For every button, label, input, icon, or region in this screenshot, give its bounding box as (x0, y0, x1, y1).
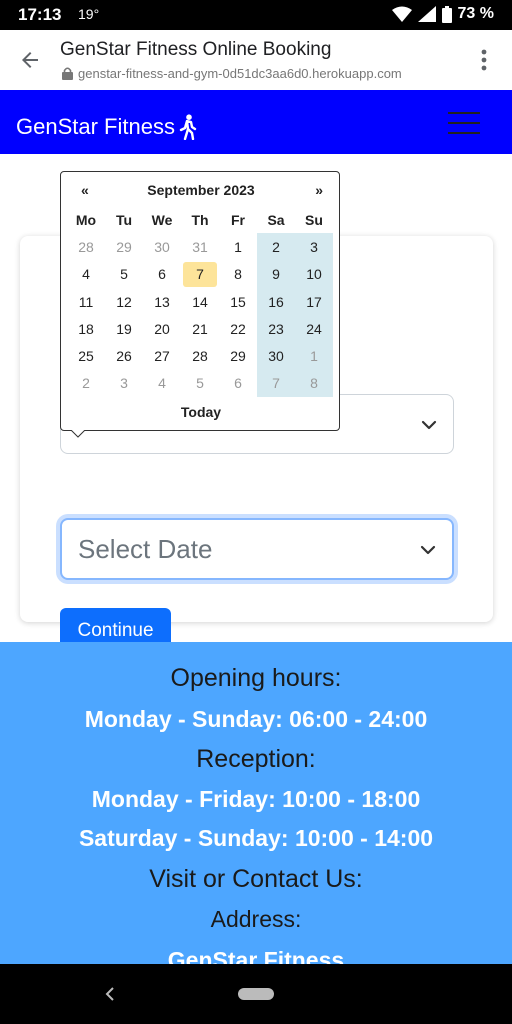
calendar-day[interactable]: 29 (105, 233, 143, 260)
calendar-day[interactable]: 19 (105, 315, 143, 342)
calendar-day[interactable]: 22 (219, 315, 257, 342)
calendar-day[interactable]: 30 (143, 233, 181, 260)
calendar-day[interactable]: 10 (295, 260, 333, 288)
back-arrow-icon[interactable] (18, 48, 42, 72)
calendar-day[interactable]: 4 (67, 261, 105, 288)
weekday-header: We (151, 211, 173, 228)
system-back-icon[interactable] (103, 986, 117, 1002)
calendar-day[interactable]: 2 (67, 370, 105, 397)
date-select[interactable]: Select Date (60, 518, 454, 580)
datepicker-grid: Mo Tu We Th Fr Sa Su 28 29 30 31 1 2 3 4 5 6 7 8 9 10 11 12 13 1… (67, 206, 335, 398)
calendar-day-today[interactable]: 7 (181, 261, 219, 288)
calendar-day[interactable]: 8 (295, 369, 333, 398)
calendar-day[interactable]: 1 (295, 342, 333, 370)
calendar-day[interactable]: 5 (181, 370, 219, 397)
today-highlight: 7 (183, 261, 217, 287)
address-line: GenStar Fitness (167, 947, 345, 964)
wifi-icon (391, 6, 412, 22)
calendar-day[interactable]: 20 (143, 315, 181, 342)
datepicker-prev-button[interactable]: « (81, 182, 89, 198)
navbar-toggle-button[interactable] (446, 108, 482, 138)
status-time: 17:13 (18, 5, 62, 24)
weekday-header: Th (191, 211, 209, 228)
datepicker-month[interactable]: September 2023 (61, 182, 341, 198)
opening-hours-title: Opening hours: (170, 664, 342, 692)
date-select-placeholder: Select Date (78, 534, 213, 564)
browser-url[interactable]: genstar-fitness-and-gym-0d51dc3aa6d0.her… (62, 66, 402, 81)
calendar-day[interactable]: 11 (67, 288, 105, 315)
calendar-day[interactable]: 27 (143, 342, 181, 369)
calendar-day[interactable]: 30 (257, 342, 295, 370)
brand-link[interactable]: GenStar Fitness (16, 114, 197, 140)
chevron-down-icon (421, 420, 437, 430)
chevron-down-icon (420, 545, 436, 555)
calendar-day[interactable]: 28 (67, 233, 105, 260)
calendar-day[interactable]: 31 (181, 233, 219, 260)
calendar-day[interactable]: 12 (105, 288, 143, 315)
system-home-button[interactable] (238, 988, 274, 1000)
calendar-day[interactable]: 14 (181, 288, 219, 315)
calendar-day[interactable]: 21 (181, 315, 219, 342)
lock-icon (62, 67, 73, 80)
contact-title: Visit or Contact Us: (149, 865, 363, 893)
calendar-day[interactable]: 5 (105, 261, 143, 288)
weekday-header: Fr (231, 211, 245, 228)
status-temperature: 19° (78, 6, 100, 22)
calendar-day[interactable]: 18 (67, 315, 105, 342)
battery-icon (441, 5, 452, 23)
status-bar: 17:13 19° 73 % (0, 0, 512, 30)
calendar-day[interactable]: 6 (219, 370, 257, 397)
calendar-day[interactable]: 15 (219, 288, 257, 315)
calendar-day[interactable]: 26 (105, 342, 143, 369)
reception-weekend: Saturday - Sunday: 10:00 - 14:00 (78, 825, 434, 851)
weekday-header: Mo (75, 211, 97, 228)
datepicker-popup: September 2023 « » Mo Tu We Th Fr Sa Su 28 29 30 3… (60, 171, 341, 438)
walking-person-icon (179, 114, 197, 140)
weekday-header: Sa (267, 211, 285, 228)
address-title: Address: (210, 906, 302, 932)
calendar-day[interactable]: 3 (295, 233, 333, 261)
datepicker-next-button[interactable]: » (315, 182, 323, 198)
calendar-day[interactable]: 13 (143, 288, 181, 315)
calendar-day[interactable]: 17 (295, 287, 333, 316)
reception-weekdays: Monday - Friday: 10:00 - 18:00 (91, 786, 421, 812)
calendar-day[interactable]: 6 (143, 261, 181, 288)
browser-page-title: GenStar Fitness Online Booking (60, 39, 332, 60)
url-text: genstar-fitness-and-gym-0d51dc3aa6d0.her… (78, 66, 402, 81)
datepicker-caret (71, 430, 85, 438)
opening-hours-text: Monday - Sunday: 06:00 - 24:00 (84, 706, 428, 732)
calendar-day[interactable]: 4 (143, 370, 181, 397)
browser-bar: GenStar Fitness Online Booking genstar-f… (0, 30, 512, 90)
calendar-day[interactable]: 2 (257, 233, 295, 261)
datepicker-today-button[interactable]: Today (61, 404, 341, 420)
weekday-header: Su (305, 211, 323, 228)
calendar-day[interactable]: 8 (219, 261, 257, 288)
calendar-day[interactable]: 7 (257, 369, 295, 398)
signal-icon (417, 6, 436, 22)
site-footer: Opening hours: Monday - Sunday: 06:00 - … (0, 642, 512, 964)
status-icons: 73 % (391, 5, 494, 23)
system-nav-bar (0, 964, 512, 1024)
calendar-day[interactable]: 29 (219, 342, 257, 369)
datepicker-header: September 2023 « » (61, 182, 341, 202)
calendar-day[interactable]: 28 (181, 342, 219, 369)
battery-percent: 73 % (457, 5, 494, 22)
calendar-day[interactable]: 3 (105, 370, 143, 397)
calendar-day[interactable]: 9 (257, 260, 295, 288)
weekday-header: Tu (115, 211, 133, 228)
reception-title: Reception: (196, 745, 316, 773)
calendar-day[interactable]: 1 (219, 233, 257, 260)
calendar-day[interactable]: 24 (295, 315, 333, 343)
calendar-day[interactable]: 25 (67, 342, 105, 369)
site-navbar: GenStar Fitness (0, 90, 512, 154)
more-vert-icon[interactable] (478, 48, 490, 72)
brand-name: GenStar Fitness (16, 114, 175, 139)
calendar-day[interactable]: 16 (257, 287, 295, 316)
calendar-day[interactable]: 23 (257, 315, 295, 343)
